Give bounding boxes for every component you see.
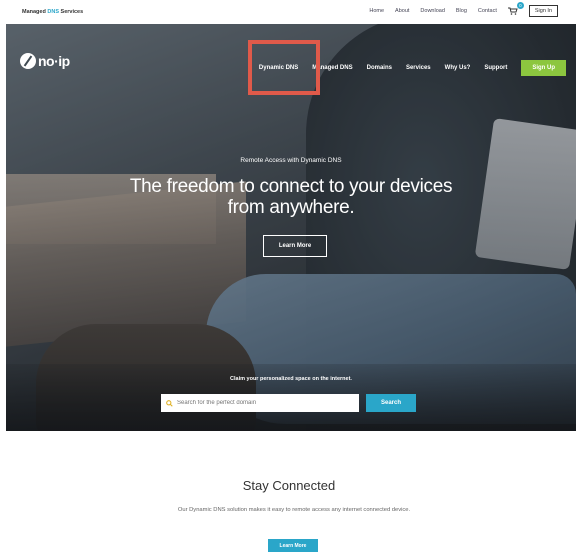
hero-section: no·ip Dynamic DNS Managed DNS Domains Se… — [6, 24, 576, 431]
domain-search: Search — [161, 394, 416, 412]
hero-subtitle: Remote Access with Dynamic DNS — [240, 157, 342, 164]
cart-icon — [507, 7, 518, 15]
highlight-box — [248, 40, 320, 95]
hero-learn-more-button[interactable]: Learn More — [263, 235, 327, 257]
managed-dns-services-link[interactable]: Managed DNS Services — [22, 9, 83, 15]
claim-text: Claim your personalized space on the int… — [230, 376, 352, 382]
cart-count-badge: 0 — [516, 2, 524, 9]
noip-logo[interactable]: no·ip — [20, 53, 70, 69]
brand-prefix: Managed — [22, 9, 48, 15]
nav-services[interactable]: Services — [406, 65, 431, 71]
hero-title: The freedom to connect to your devices f… — [6, 176, 576, 218]
nav-why-us[interactable]: Why Us? — [445, 65, 471, 71]
top-link-blog[interactable]: Blog — [456, 8, 467, 14]
noip-logo-icon — [20, 53, 36, 69]
nav-support[interactable]: Support — [484, 65, 507, 71]
logo-text: no·ip — [38, 53, 70, 69]
hero-title-line-1: The freedom to connect to your devices — [129, 176, 453, 197]
top-link-home[interactable]: Home — [369, 8, 384, 14]
top-link-download[interactable]: Download — [420, 8, 444, 14]
sign-in-button[interactable]: Sign In — [528, 5, 558, 17]
top-utility-bar: Managed DNS Services Home About Download… — [0, 0, 578, 24]
sign-up-button[interactable]: Sign Up — [521, 60, 566, 76]
search-icon — [166, 399, 173, 407]
stay-learn-more-button[interactable]: Learn More — [268, 539, 318, 552]
cart-button[interactable]: 0 — [507, 2, 524, 15]
stay-connected-description: Our Dynamic DNS solution makes it easy t… — [177, 507, 411, 513]
nav-domains[interactable]: Domains — [367, 65, 392, 71]
brand-suffix: Services — [59, 9, 84, 15]
top-link-about[interactable]: About — [395, 8, 409, 14]
brand-accent: DNS — [47, 9, 59, 15]
domain-search-input[interactable] — [177, 400, 347, 406]
top-links: Home About Download Blog Contact 0 Sign … — [369, 2, 558, 17]
domain-search-box[interactable] — [161, 394, 359, 412]
hero-title-line-2: from anywhere. — [227, 197, 355, 218]
search-button[interactable]: Search — [366, 394, 416, 412]
top-link-contact[interactable]: Contact — [478, 8, 497, 14]
stay-connected-title: Stay Connected — [242, 478, 336, 493]
